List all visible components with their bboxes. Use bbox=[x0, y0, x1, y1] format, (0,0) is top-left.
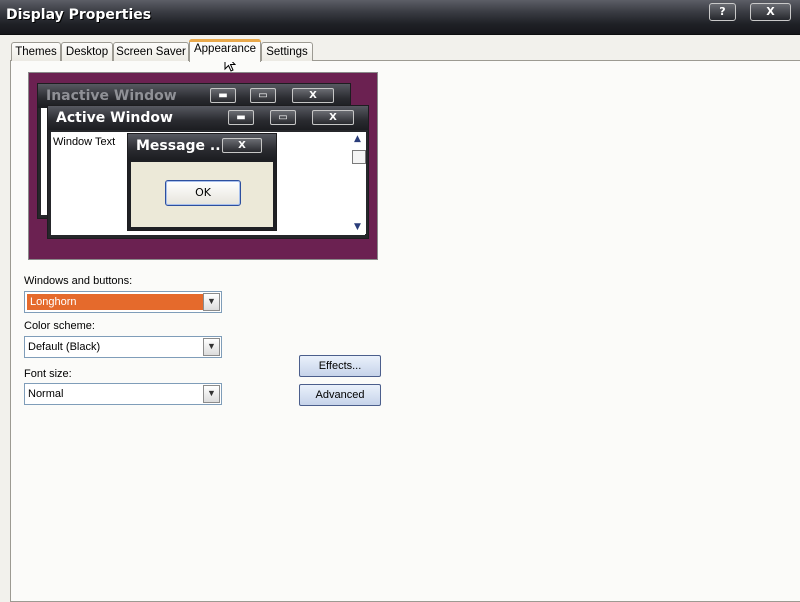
chevron-down-icon[interactable]: ▼ bbox=[203, 385, 220, 403]
preview-close-icon: X bbox=[222, 138, 262, 153]
effects-button[interactable]: Effects... bbox=[299, 355, 381, 377]
preview-scrollbar: ▲ ▼ bbox=[352, 132, 366, 234]
preview-window-text: Window Text bbox=[53, 136, 116, 148]
preview-close-icon: X bbox=[292, 88, 334, 103]
scroll-down-icon: ▼ bbox=[354, 222, 361, 232]
scroll-thumb bbox=[352, 150, 366, 164]
preview-minimize-icon: ▬ bbox=[228, 110, 254, 125]
preview-minimize-icon: ▬ bbox=[210, 88, 236, 103]
help-button[interactable]: ? bbox=[709, 3, 736, 21]
preview-active-titlebar: Active Window ▬ ▭ X bbox=[48, 106, 368, 130]
tab-screen-saver[interactable]: Screen Saver bbox=[113, 42, 189, 61]
preview-ok-button: OK bbox=[165, 180, 241, 206]
preview-maximize-icon: ▭ bbox=[250, 88, 276, 103]
font-size-label: Font size: bbox=[24, 368, 72, 380]
title-bar: Display Properties ? X bbox=[0, 0, 800, 35]
color-scheme-value: Default (Black) bbox=[28, 341, 101, 353]
preview-message-box: Message ... X OK bbox=[127, 133, 277, 231]
appearance-preview: Inactive Window ▬ ▭ X Active Window ▬ ▭ … bbox=[28, 72, 378, 260]
windows-buttons-value: Longhorn bbox=[27, 294, 203, 310]
advanced-button[interactable]: Advanced bbox=[299, 384, 381, 406]
font-size-select[interactable]: Normal ▼ bbox=[24, 383, 222, 405]
preview-active-title: Active Window bbox=[56, 110, 173, 126]
windows-buttons-label: Windows and buttons: bbox=[24, 275, 133, 287]
tab-desktop[interactable]: Desktop bbox=[61, 42, 113, 61]
help-icon: ? bbox=[719, 5, 726, 18]
preview-inactive-title: Inactive Window bbox=[46, 88, 177, 104]
close-icon: X bbox=[766, 5, 775, 18]
tab-themes[interactable]: Themes bbox=[11, 42, 61, 61]
window-title: Display Properties bbox=[6, 7, 152, 23]
preview-message-title: Message ... bbox=[136, 138, 226, 154]
font-size-value: Normal bbox=[28, 388, 64, 400]
preview-close-icon: X bbox=[312, 110, 354, 125]
chevron-down-icon[interactable]: ▼ bbox=[203, 293, 220, 311]
tab-settings[interactable]: Settings bbox=[261, 42, 313, 61]
color-scheme-label: Color scheme: bbox=[24, 320, 95, 332]
chevron-down-icon[interactable]: ▼ bbox=[203, 338, 220, 356]
tab-appearance[interactable]: Appearance bbox=[189, 39, 261, 62]
windows-buttons-select[interactable]: Longhorn ▼ bbox=[24, 291, 222, 313]
preview-message-titlebar: Message ... X bbox=[128, 134, 276, 160]
preview-message-body: OK bbox=[131, 162, 273, 227]
color-scheme-select[interactable]: Default (Black) ▼ bbox=[24, 336, 222, 358]
scroll-up-icon: ▲ bbox=[354, 134, 361, 144]
preview-maximize-icon: ▭ bbox=[270, 110, 296, 125]
close-button[interactable]: X bbox=[750, 3, 791, 21]
